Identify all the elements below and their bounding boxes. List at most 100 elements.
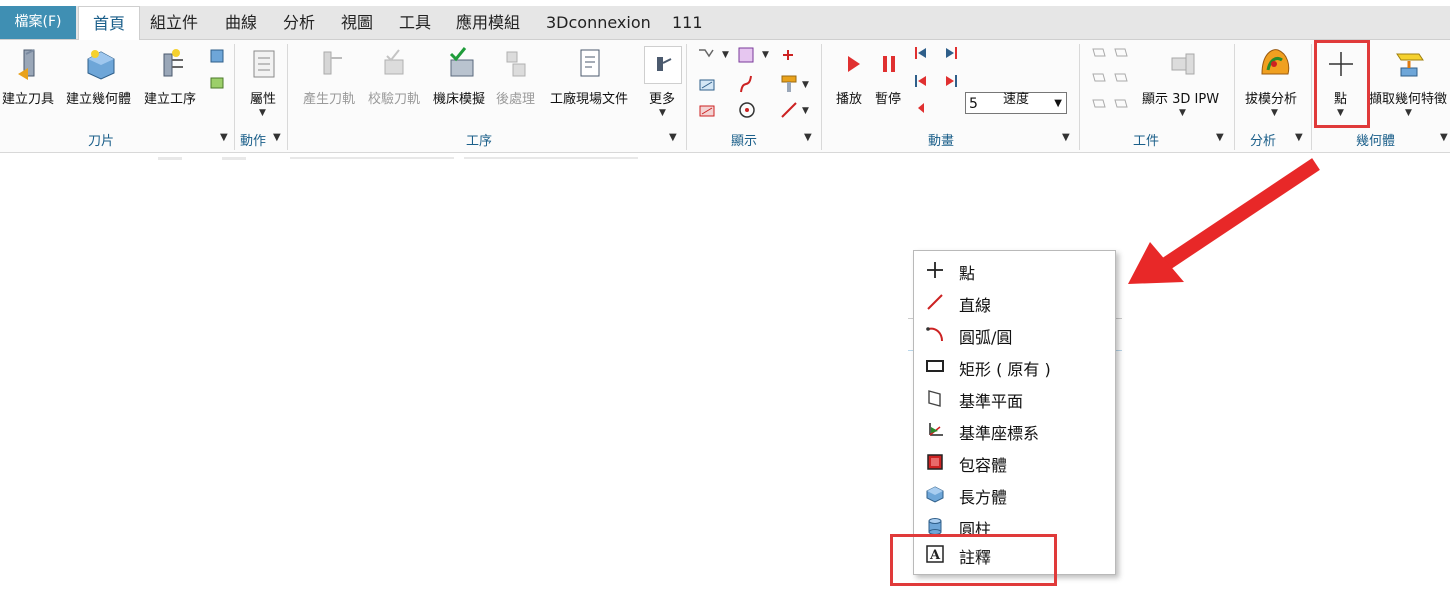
group-label-workpiece: 工件 xyxy=(1133,134,1160,149)
tab-assembly[interactable]: 組立件 xyxy=(150,6,198,39)
display-options-dropdown-icon[interactable]: ▼ xyxy=(762,50,769,60)
rewind-icon[interactable] xyxy=(914,74,928,88)
group-label-geometry: 幾何體 xyxy=(1356,134,1396,149)
menu-item-label: 點 xyxy=(959,264,976,283)
arc-icon xyxy=(926,327,943,342)
cylinder-icon xyxy=(928,518,942,535)
menu-item-arc-circle[interactable]: 圓弧/圓 xyxy=(914,319,1115,350)
group-expand-icon[interactable]: ▼ xyxy=(1062,132,1070,143)
more-icon xyxy=(657,57,672,71)
step-forward-icon[interactable] xyxy=(944,46,958,60)
stop-back-icon[interactable] xyxy=(916,102,926,114)
group-label-action: 動作 xyxy=(240,134,267,149)
menu-item-bounding-body[interactable]: 包容體 xyxy=(914,447,1115,478)
create-geometry-icon[interactable] xyxy=(86,48,116,80)
small-ops-icon[interactable] xyxy=(209,74,225,90)
menu-item-line[interactable]: 直線 xyxy=(914,287,1115,318)
tab-tools[interactable]: 工具 xyxy=(399,6,431,39)
group-divider xyxy=(234,44,235,150)
display-csys-icon[interactable] xyxy=(779,46,797,64)
menu-item-datum-csys[interactable]: 基準座標系 xyxy=(914,415,1115,446)
display-target-icon[interactable] xyxy=(737,100,757,120)
machine-simulation-button[interactable]: 機床模擬 xyxy=(433,88,485,107)
display-tool-icon[interactable] xyxy=(779,74,801,94)
display-toolpath-icon[interactable] xyxy=(697,46,715,64)
play-button[interactable]: 播放 xyxy=(836,88,862,107)
point-dropdown-menu: 點 直線 圓弧/圓 矩形 ( 原有 ) 基準平面 基準座標系 包容體 長方體 圓… xyxy=(913,250,1116,575)
menu-item-datum-plane[interactable]: 基準平面 xyxy=(914,383,1115,414)
faint-toolbar-item xyxy=(158,157,182,160)
display-options-icon[interactable] xyxy=(737,46,755,64)
menu-item-label: 圓弧/圓 xyxy=(959,328,1013,347)
extract-geometry-icon[interactable] xyxy=(1393,46,1425,80)
menu-item-label: 包容體 xyxy=(959,456,1008,475)
display-curve-icon[interactable] xyxy=(737,74,755,94)
properties-dropdown-icon[interactable]: ▼ xyxy=(259,108,266,118)
tab-view[interactable]: 視圖 xyxy=(341,6,373,39)
tab-analysis[interactable]: 分析 xyxy=(283,6,315,39)
group-expand-icon[interactable]: ▼ xyxy=(1440,132,1448,143)
play-icon[interactable] xyxy=(846,54,862,74)
tab-home[interactable]: 首頁 xyxy=(78,6,141,41)
bounding-body-icon xyxy=(927,454,943,470)
tab-111[interactable]: 111 xyxy=(672,6,703,39)
group-divider xyxy=(686,44,687,150)
step-back-icon[interactable] xyxy=(914,46,928,60)
ipw-icon[interactable] xyxy=(1168,50,1198,78)
draft-analysis-icon[interactable] xyxy=(1258,46,1292,80)
draft-analysis-dropdown-icon[interactable]: ▼ xyxy=(1271,108,1278,118)
properties-button[interactable]: 屬性 xyxy=(250,88,276,107)
group-divider xyxy=(1311,44,1312,150)
pause-icon[interactable] xyxy=(881,54,897,74)
create-operation-icon[interactable] xyxy=(156,48,186,80)
tab-3dconnexion[interactable]: 3Dconnexion xyxy=(546,6,651,39)
show-3d-ipw-button[interactable]: 顯示 3D IPW xyxy=(1142,88,1219,107)
datum-plane-icon xyxy=(928,390,941,407)
display-tool-dropdown-icon[interactable]: ▼ xyxy=(802,80,809,90)
ipw-dropdown-icon[interactable]: ▼ xyxy=(1179,108,1186,118)
tab-application[interactable]: 應用模組 xyxy=(456,6,520,39)
pause-button[interactable]: 暫停 xyxy=(875,88,901,107)
more-gallery-box[interactable] xyxy=(644,46,682,84)
menu-item-rectangle[interactable]: 矩形 ( 原有 ) xyxy=(914,351,1115,382)
group-expand-icon[interactable]: ▼ xyxy=(220,132,228,143)
more-dropdown-icon[interactable]: ▼ xyxy=(659,108,666,118)
highlight-point-button xyxy=(1314,40,1370,128)
menu-item-point[interactable]: 點 xyxy=(914,255,1115,286)
group-expand-icon[interactable]: ▼ xyxy=(669,132,677,143)
workpiece-small-icons[interactable] xyxy=(1091,46,1131,116)
file-menu-tab[interactable]: 檔案(F) xyxy=(0,6,76,39)
create-operation-button[interactable]: 建立工序 xyxy=(144,88,196,107)
display-line-dropdown-icon[interactable]: ▼ xyxy=(802,106,809,116)
datum-csys-icon xyxy=(929,423,943,436)
machine-simulation-icon[interactable] xyxy=(447,46,477,80)
shop-documentation-icon[interactable] xyxy=(577,48,603,80)
create-geometry-button[interactable]: 建立幾何體 xyxy=(66,88,131,107)
verify-toolpath-button: 校驗刀軌 xyxy=(368,92,421,107)
shop-documentation-button[interactable]: 工廠現場文件 xyxy=(550,88,628,107)
group-divider xyxy=(821,44,822,150)
display-blank-red-icon[interactable] xyxy=(698,102,716,120)
create-tool-button[interactable]: 建立刀具 xyxy=(2,88,54,107)
menu-item-block[interactable]: 長方體 xyxy=(914,479,1115,510)
small-tool-icon[interactable] xyxy=(209,48,225,64)
fast-forward-icon[interactable] xyxy=(944,74,958,88)
plus-icon xyxy=(927,262,943,278)
menu-item-label: 基準平面 xyxy=(959,392,1024,411)
create-tool-icon[interactable] xyxy=(14,48,42,82)
generate-toolpath-button: 產生刀軌 xyxy=(303,92,356,107)
properties-icon[interactable] xyxy=(251,48,277,80)
draft-analysis-button[interactable]: 拔模分析 xyxy=(1245,88,1297,107)
more-button[interactable]: 更多 xyxy=(649,88,675,107)
tab-curve[interactable]: 曲線 xyxy=(225,6,257,39)
group-label-blade: 刀片 xyxy=(88,134,115,149)
group-expand-icon[interactable]: ▼ xyxy=(273,132,281,143)
display-toolpath-dropdown-icon[interactable]: ▼ xyxy=(722,50,729,60)
extract-geometry-button[interactable]: 擷取幾何特徵 xyxy=(1369,88,1447,107)
extract-geometry-dropdown-icon[interactable]: ▼ xyxy=(1405,108,1412,118)
group-expand-icon[interactable]: ▼ xyxy=(1216,132,1224,143)
display-blank-icon[interactable] xyxy=(698,76,716,94)
display-line-icon[interactable] xyxy=(779,100,799,120)
group-expand-icon[interactable]: ▼ xyxy=(804,132,812,143)
group-expand-icon[interactable]: ▼ xyxy=(1295,132,1303,143)
